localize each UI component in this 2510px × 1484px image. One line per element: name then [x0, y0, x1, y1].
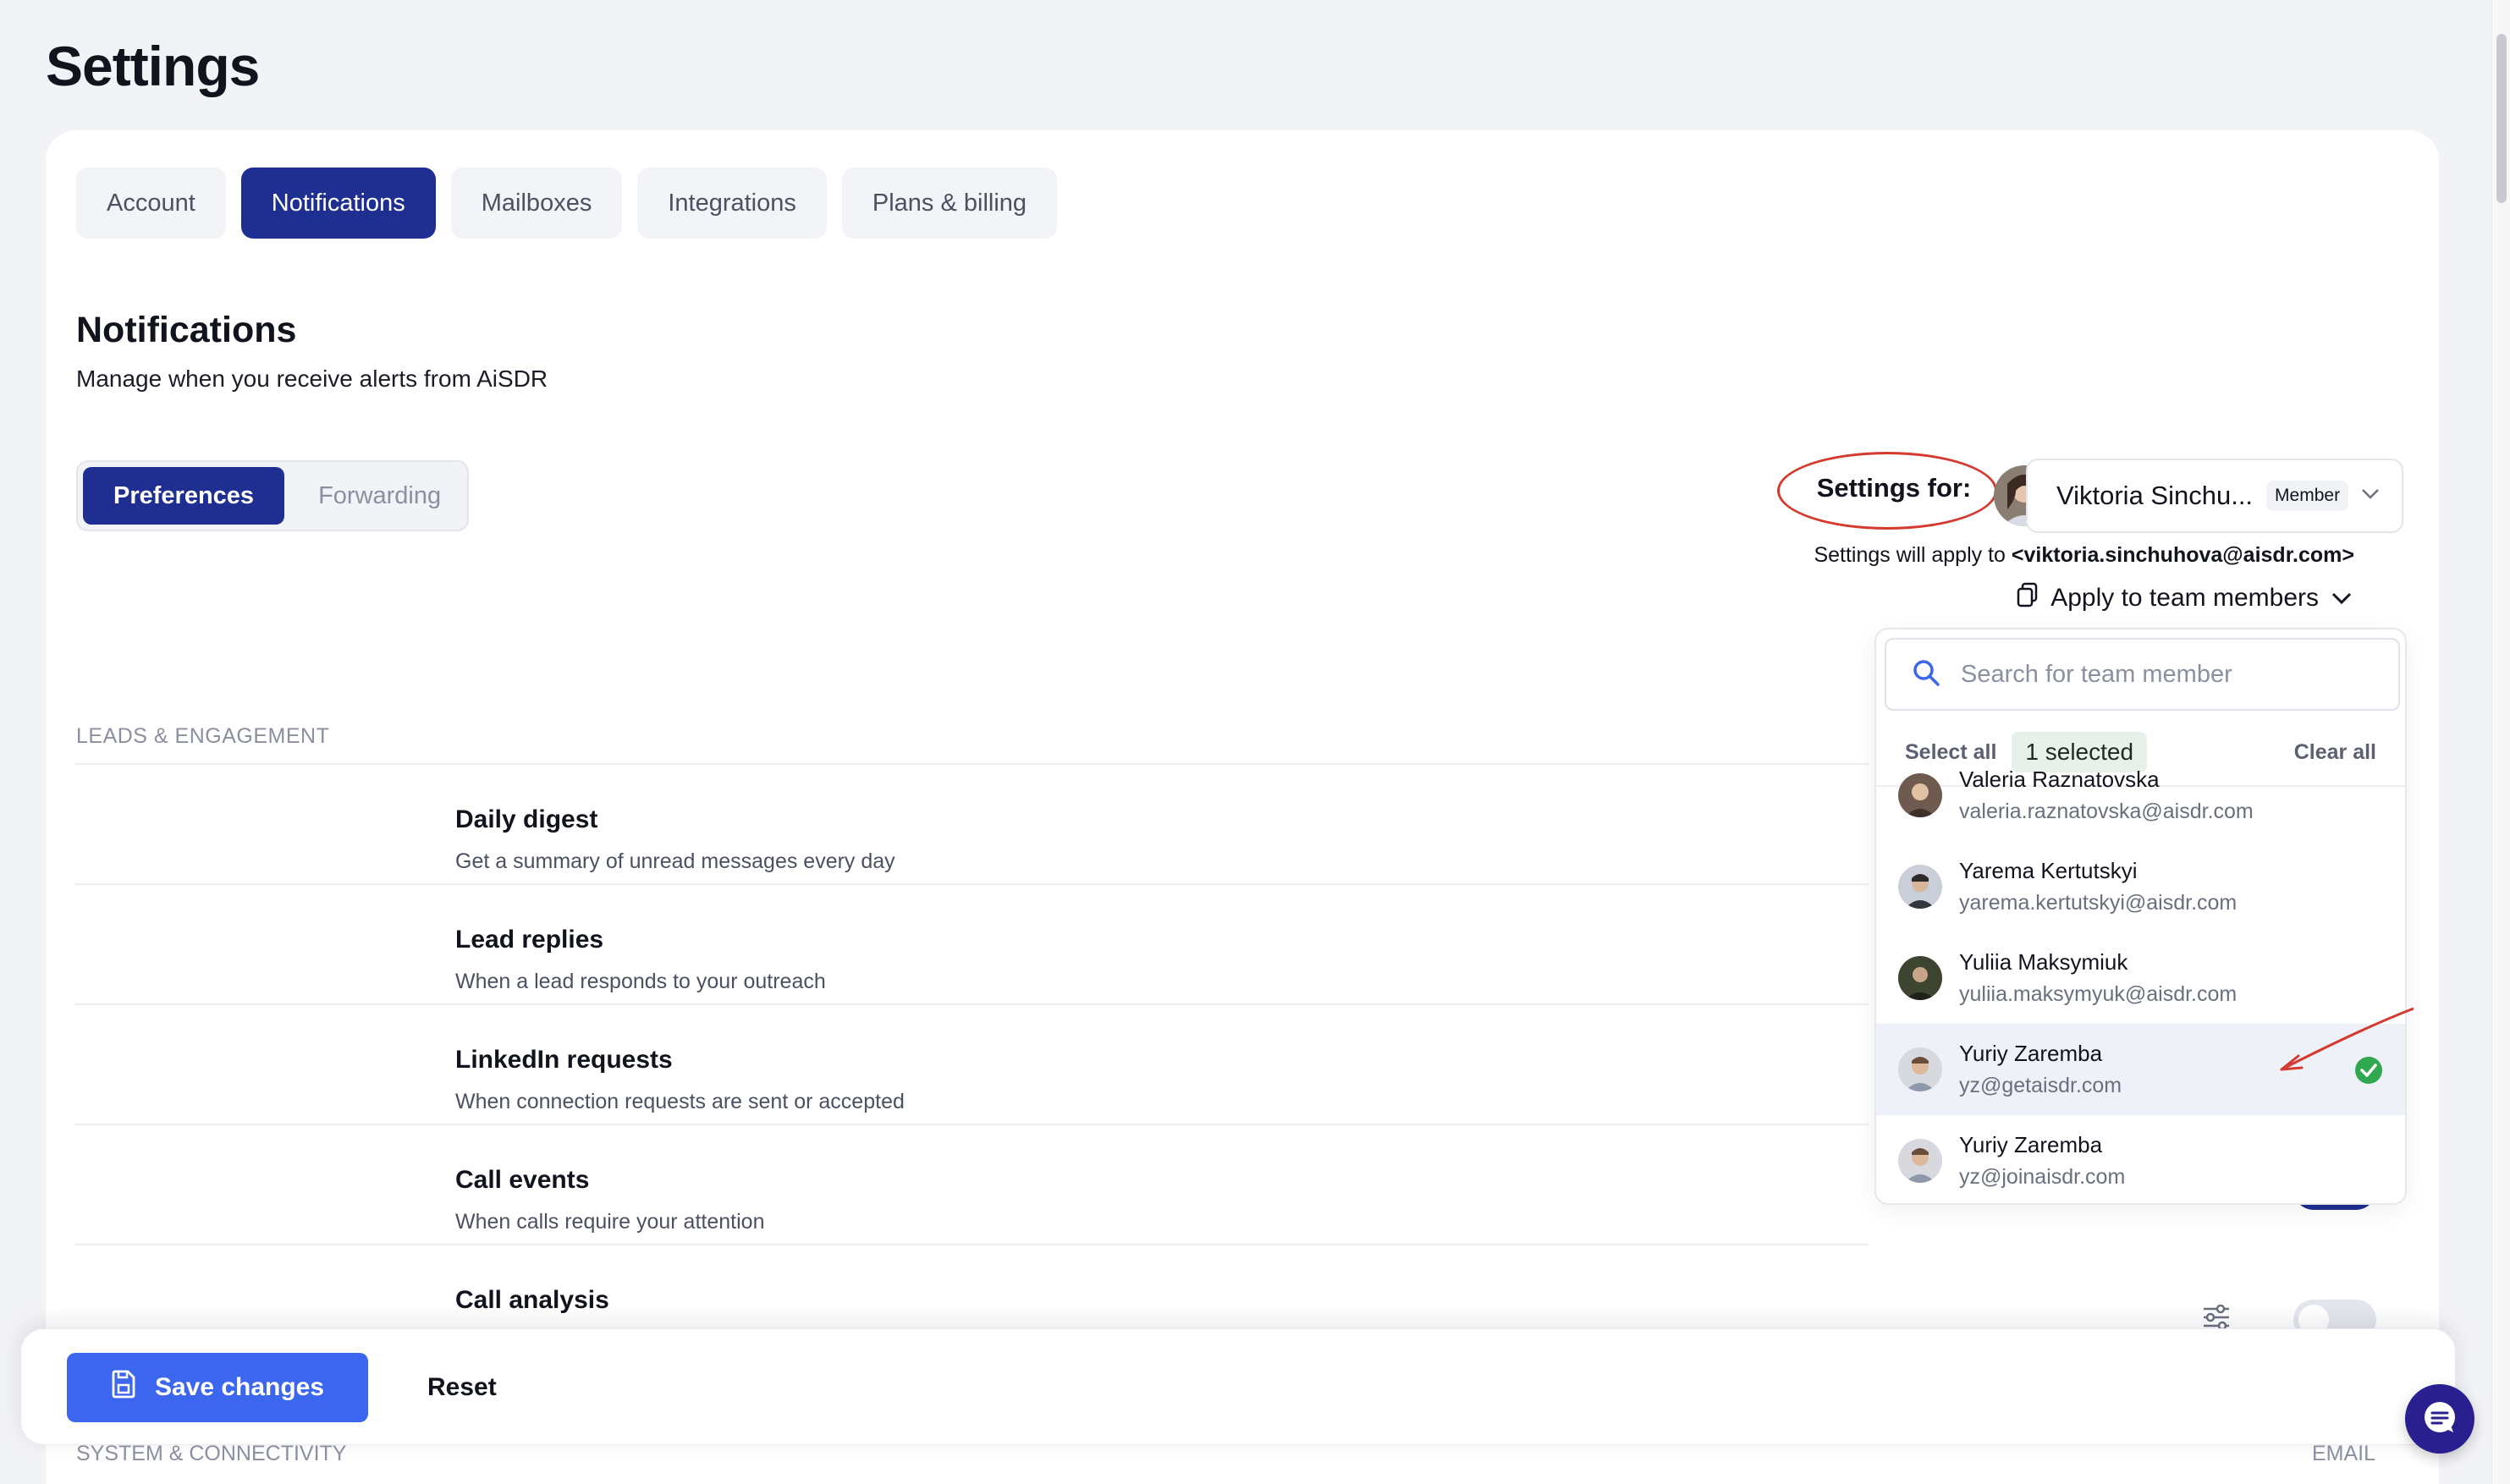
segment-preferences[interactable]: Preferences [83, 467, 285, 525]
group-label-system: SYSTEM & CONNECTIVITY [76, 1442, 347, 1465]
preferences-forwarding-switch: Preferences Forwarding [76, 460, 469, 531]
search-icon [1912, 658, 1940, 691]
tab-account[interactable]: Account [76, 168, 226, 239]
notification-description: When a lead responds to your outreach [455, 970, 826, 993]
notification-row-call-events: Call events When calls require your atte… [74, 1124, 1869, 1244]
avatar [1898, 865, 1942, 909]
member-item-name: Yarema Kertutskyi [1959, 858, 2138, 883]
column-label-email: EMAIL [2312, 1442, 2376, 1465]
save-changes-button[interactable]: Save changes [67, 1353, 368, 1422]
member-item-name: Valeria Raznatovska [1959, 767, 2160, 792]
notification-row-linkedin: LinkedIn requests When connection reques… [74, 1003, 1869, 1124]
avatar [1898, 1047, 1942, 1091]
group-label-leads: LEADS & ENGAGEMENT [76, 724, 330, 748]
member-item-email: yarema.kertutskyi@aisdr.com [1959, 891, 2238, 915]
notification-title: Call events [455, 1166, 590, 1194]
apply-note-prefix: Settings will apply to [1814, 543, 2006, 567]
notification-title: LinkedIn requests [455, 1046, 673, 1074]
chevron-down-icon [2331, 584, 2353, 613]
chevron-down-icon [2360, 487, 2381, 505]
section-subtitle: Manage when you receive alerts from AiSD… [76, 366, 548, 392]
chat-icon [2421, 1399, 2458, 1440]
member-item-name: Yuliia Maksymiuk [1959, 949, 2128, 975]
page-title: Settings [46, 35, 260, 97]
scroll-thumb[interactable] [2496, 34, 2507, 203]
apply-to-team-button[interactable]: Apply to team members [2017, 582, 2353, 614]
notification-title: Lead replies [455, 926, 604, 954]
page-scrollbar[interactable] [2491, 0, 2510, 1484]
team-search-field[interactable] [1885, 638, 2400, 711]
notification-title: Call analysis [455, 1286, 609, 1314]
annotation-arrow [2268, 1003, 2417, 1084]
avatar [1898, 1139, 1942, 1183]
copy-icon [2017, 582, 2039, 614]
member-role-badge: Member [2266, 481, 2349, 511]
notification-title: Daily digest [455, 805, 598, 833]
segment-forwarding[interactable]: Forwarding [288, 467, 471, 525]
notification-description: When calls require your attention [455, 1210, 765, 1234]
list-item[interactable]: Yarema Kertutskyi yarema.kertutskyi@aisd… [1876, 841, 2405, 932]
member-name: Viktoria Sinchu... [2056, 481, 2254, 510]
section-title: Notifications [76, 310, 297, 350]
member-item-name: Yuriy Zaremba [1959, 1132, 2103, 1157]
tab-notifications[interactable]: Notifications [240, 168, 436, 239]
member-item-email: yuliia.maksymyuk@aisdr.com [1959, 982, 2238, 1006]
avatar [1898, 956, 1942, 1000]
tab-integrations[interactable]: Integrations [637, 168, 827, 239]
notification-row-lead-replies: Lead replies When a lead responds to you… [74, 883, 1869, 1003]
next-group-header: SYSTEM & CONNECTIVITY EMAIL [0, 1442, 2510, 1484]
chat-button[interactable] [2405, 1384, 2474, 1454]
member-item-name: Yuriy Zaremba [1959, 1041, 2103, 1066]
settings-tabs: Account Notifications Mailboxes Integrat… [76, 168, 1058, 239]
apply-note: Settings will apply to <viktoria.sinchuh… [1814, 543, 2354, 568]
tab-plans-billing[interactable]: Plans & billing [841, 168, 1058, 239]
tab-mailboxes[interactable]: Mailboxes [450, 168, 623, 239]
reset-button[interactable]: Reset [427, 1353, 497, 1422]
avatar [1898, 773, 1942, 817]
list-item[interactable]: Yuriy Zaremba yz@joinaisdr.com [1876, 1115, 2405, 1203]
apply-note-email: <viktoria.sinchuhova@aisdr.com> [2011, 543, 2354, 567]
notification-description: When connection requests are sent or acc… [455, 1090, 905, 1113]
member-select[interactable]: Viktoria Sinchu... Member [2026, 459, 2403, 533]
settings-for-label: Settings for: [1816, 473, 1972, 503]
member-item-email: yz@getaisdr.com [1959, 1074, 2122, 1097]
list-item[interactable]: Valeria Raznatovska valeria.raznatovska@… [1876, 750, 2405, 841]
notification-description: Get a summary of unread messages every d… [455, 849, 895, 873]
team-member-dropdown: Select all 1 selected Clear all Valeria … [1874, 628, 2407, 1205]
team-search-input[interactable] [1961, 660, 2373, 689]
apply-to-team-label: Apply to team members [2050, 584, 2319, 612]
member-item-email: valeria.raznatovska@aisdr.com [1959, 800, 2254, 823]
settings-card: Account Notifications Mailboxes Integrat… [46, 130, 2439, 1484]
save-icon [111, 1370, 136, 1405]
notification-row-daily-digest: Daily digest Get a summary of unread mes… [74, 763, 1869, 883]
save-bar: Save changes Reset [20, 1328, 2456, 1445]
member-item-email: yz@joinaisdr.com [1959, 1165, 2126, 1189]
save-changes-label: Save changes [154, 1373, 325, 1401]
